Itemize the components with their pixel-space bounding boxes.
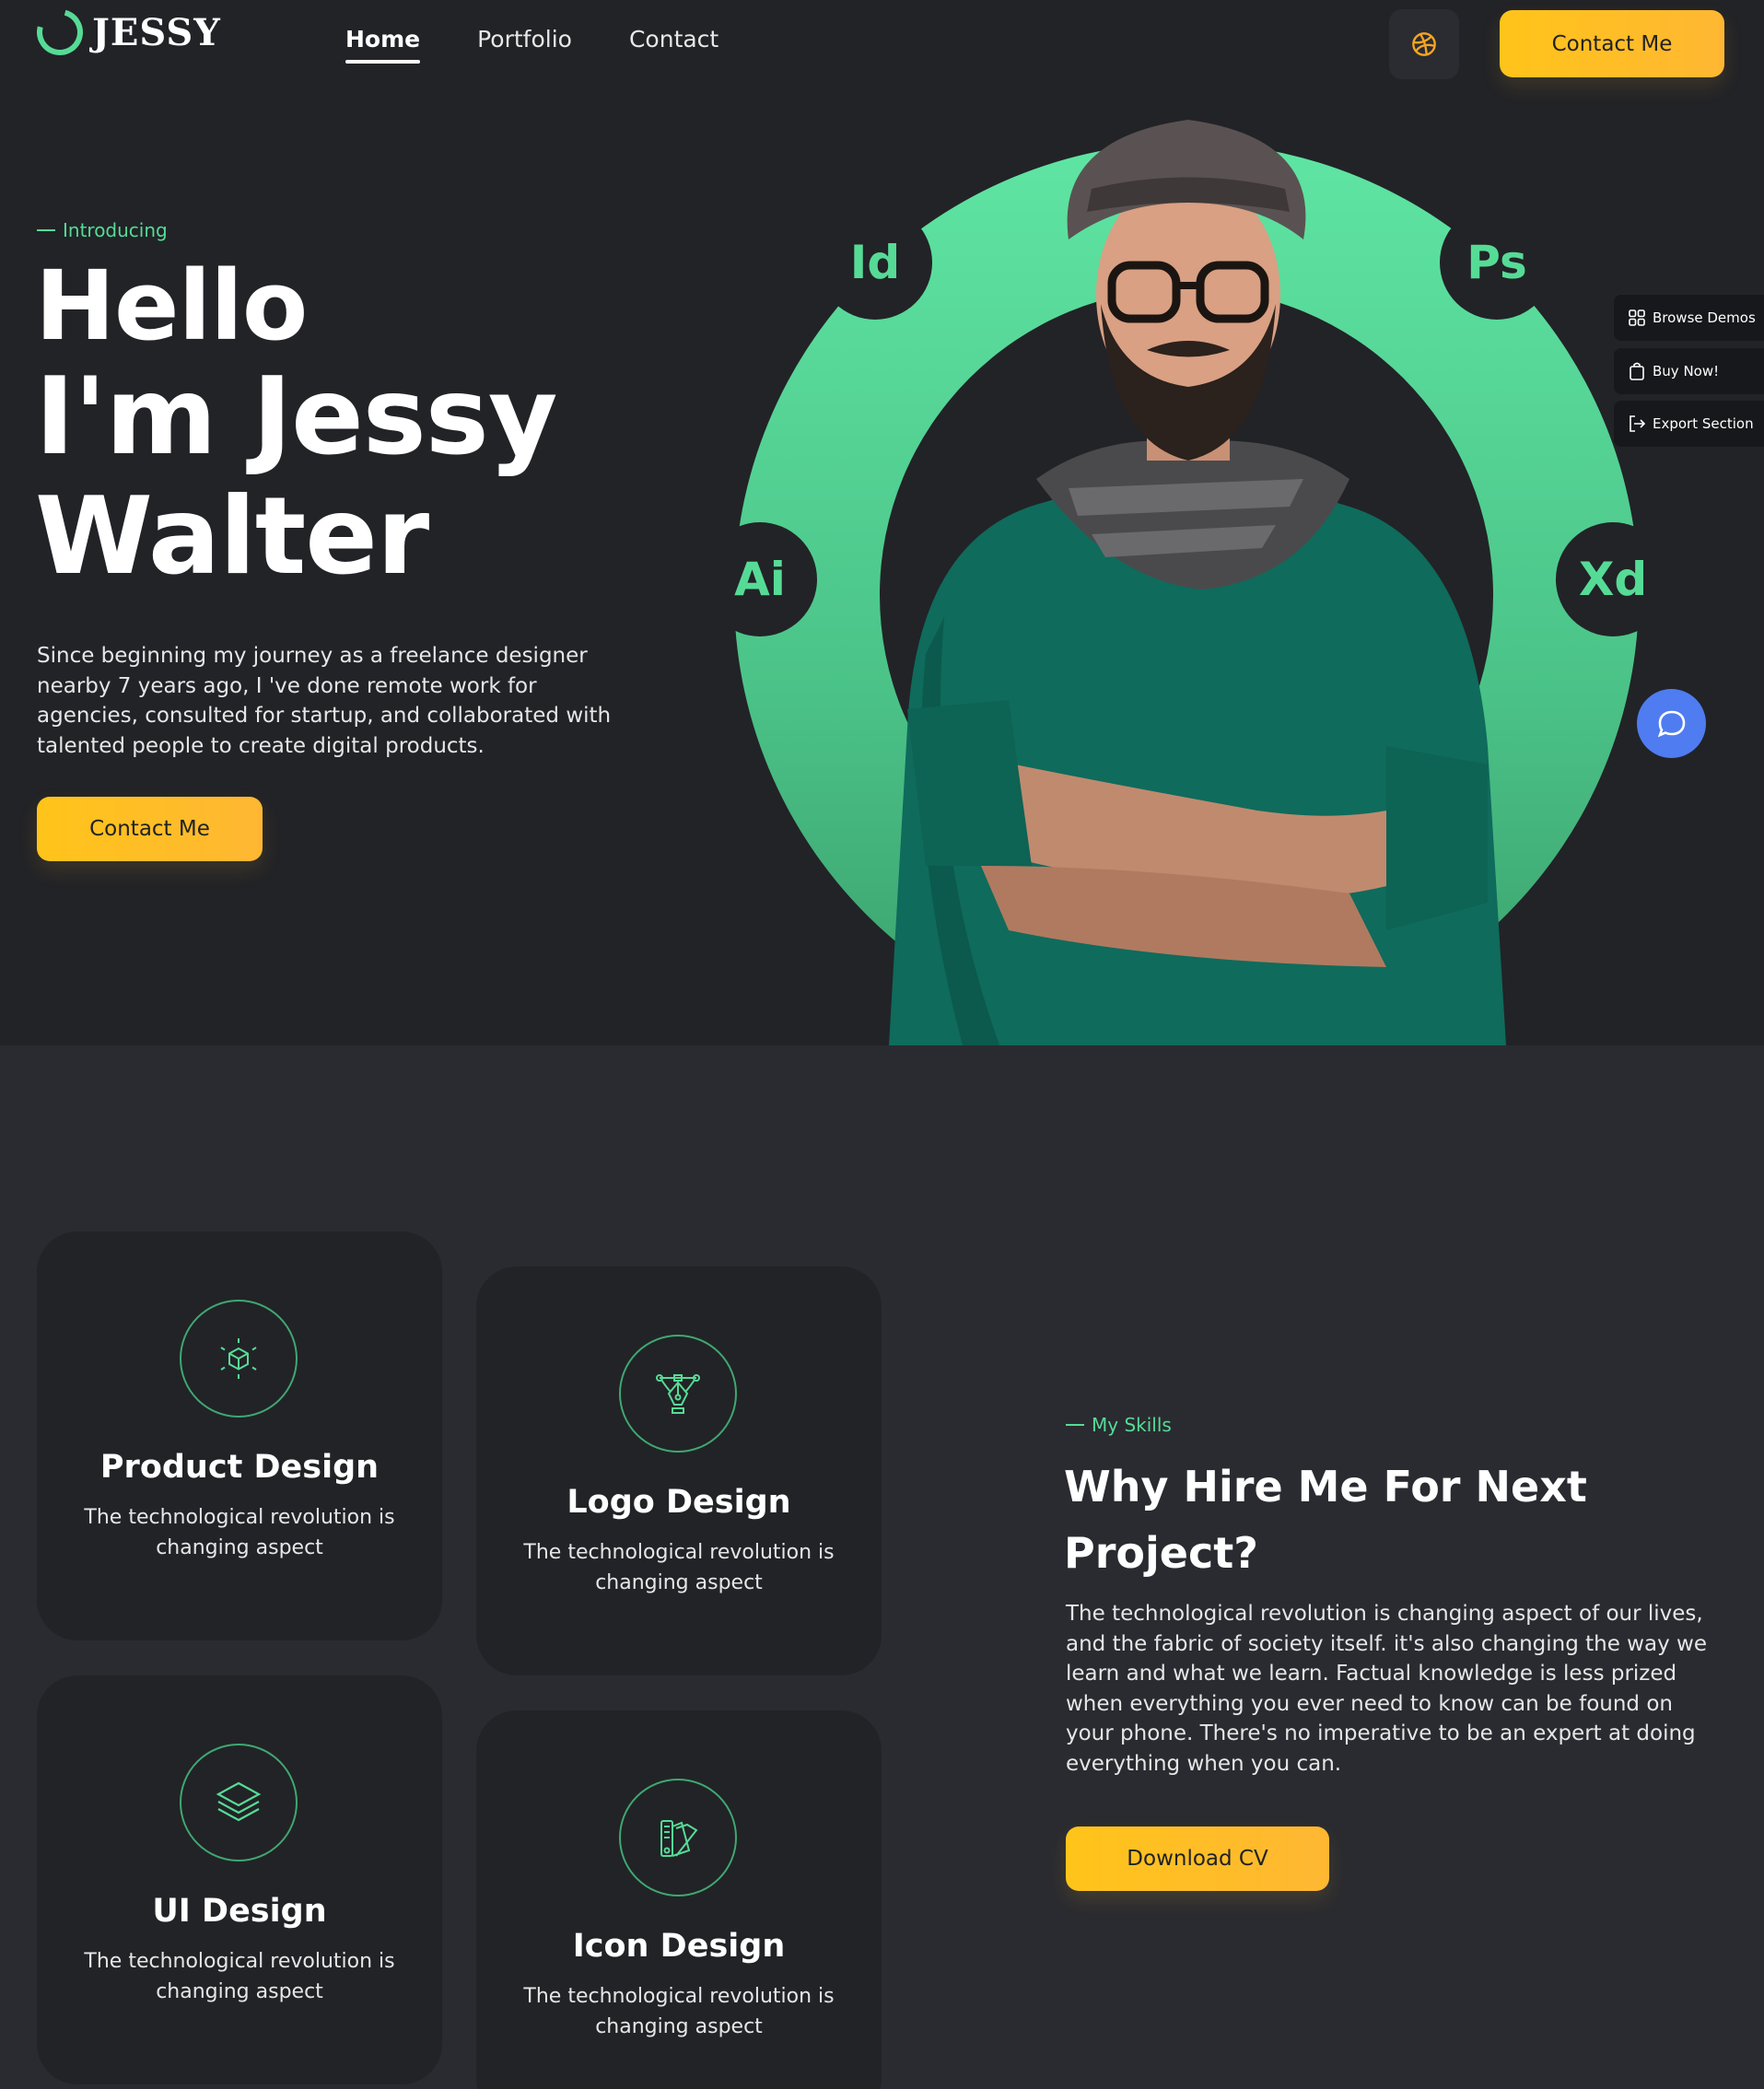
service-card-icon-design[interactable]: Icon Design The technological revolution… <box>476 1710 882 2089</box>
bag-icon <box>1630 362 1644 380</box>
intro-tag: Introducing <box>37 219 168 241</box>
nav-home[interactable]: Home <box>345 26 421 64</box>
hero-title-line-1: Hello <box>35 250 308 362</box>
skills-tag-text: My Skills <box>1092 1414 1172 1436</box>
pen-tool-icon-circle <box>619 1335 737 1453</box>
intro-dash <box>37 229 55 231</box>
skills-title: Why Hire Me For Next Project? <box>1064 1462 1587 1578</box>
service-description: The technological revolution is changing… <box>84 1950 395 2003</box>
logo[interactable]: JESSY <box>28 0 221 64</box>
chat-icon <box>1657 710 1685 737</box>
service-description: The technological revolution is changing… <box>84 1506 395 1559</box>
portrait-image <box>889 120 1506 1045</box>
export-section-button[interactable]: Export Section <box>1614 401 1764 447</box>
service-card-ui-design[interactable]: UI Design The technological revolution i… <box>37 1675 442 2084</box>
logo-text: JESSY <box>92 10 221 54</box>
dribbble-button[interactable] <box>1389 9 1459 79</box>
swatches-icon <box>660 1820 698 1857</box>
main-nav: Home Portfolio Contact <box>345 26 718 64</box>
service-description: The technological revolution is changing… <box>523 1985 835 2038</box>
layers-icon-circle <box>180 1744 298 1861</box>
dribbble-icon <box>1412 32 1436 56</box>
skills-tag: My Skills <box>1066 1414 1172 1436</box>
skills-description: The technological revolution is changing… <box>1066 1602 1707 1776</box>
export-icon <box>1630 415 1645 432</box>
hero-title-line-2: I'm Jessy <box>35 355 557 479</box>
skills-dash <box>1066 1424 1084 1426</box>
nav-portfolio[interactable]: Portfolio <box>477 26 572 53</box>
hero-title: Hello I'm Jessy Walter <box>35 250 557 599</box>
browse-demos-button[interactable]: Browse Demos <box>1614 295 1764 341</box>
nav-contact[interactable]: Contact <box>629 26 718 53</box>
pen-tool-icon <box>656 1374 700 1414</box>
page: JESSY Home Portfolio Contact Contact Me … <box>0 0 1764 2089</box>
hero-contact-button[interactable]: Contact Me <box>37 797 263 861</box>
cube-icon <box>220 1338 257 1379</box>
hero-section: JESSY Home Portfolio Contact Contact Me … <box>0 0 1764 1045</box>
layers-icon <box>216 1781 262 1822</box>
grid-icon <box>1629 309 1645 326</box>
badge-indesign: Id <box>818 205 932 320</box>
download-cv-button[interactable]: Download CV <box>1066 1826 1329 1891</box>
badge-photoshop: Ps <box>1440 205 1554 320</box>
badge-xd: Xd <box>1556 522 1670 636</box>
service-description: The technological revolution is changing… <box>523 1541 835 1594</box>
hero-title-line-3: Walter <box>35 474 429 599</box>
buy-now-label: Buy Now! <box>1653 363 1720 379</box>
service-card-product-design[interactable]: Product Design The technological revolut… <box>37 1231 442 1640</box>
chat-button[interactable] <box>1637 689 1706 758</box>
intro-text: Introducing <box>63 219 168 241</box>
service-title: UI Design <box>152 1893 327 1930</box>
browse-demos-label: Browse Demos <box>1653 309 1756 326</box>
service-title: Product Design <box>99 1449 380 1486</box>
cube-icon-circle <box>180 1300 298 1418</box>
service-card-logo-design[interactable]: Logo Design The technological revolution… <box>476 1266 882 1675</box>
logo-mark-icon <box>28 0 92 64</box>
service-title: Logo Design <box>567 1484 791 1521</box>
buy-now-button[interactable]: Buy Now! <box>1614 348 1764 394</box>
header-contact-button[interactable]: Contact Me <box>1500 10 1724 77</box>
swatches-icon-circle <box>619 1779 737 1896</box>
export-section-label: Export Section <box>1653 415 1754 432</box>
badge-illustrator: Ai <box>703 522 817 636</box>
hero-description: Since beginning my journey as a freelanc… <box>37 644 612 758</box>
service-title: Icon Design <box>572 1928 786 1965</box>
